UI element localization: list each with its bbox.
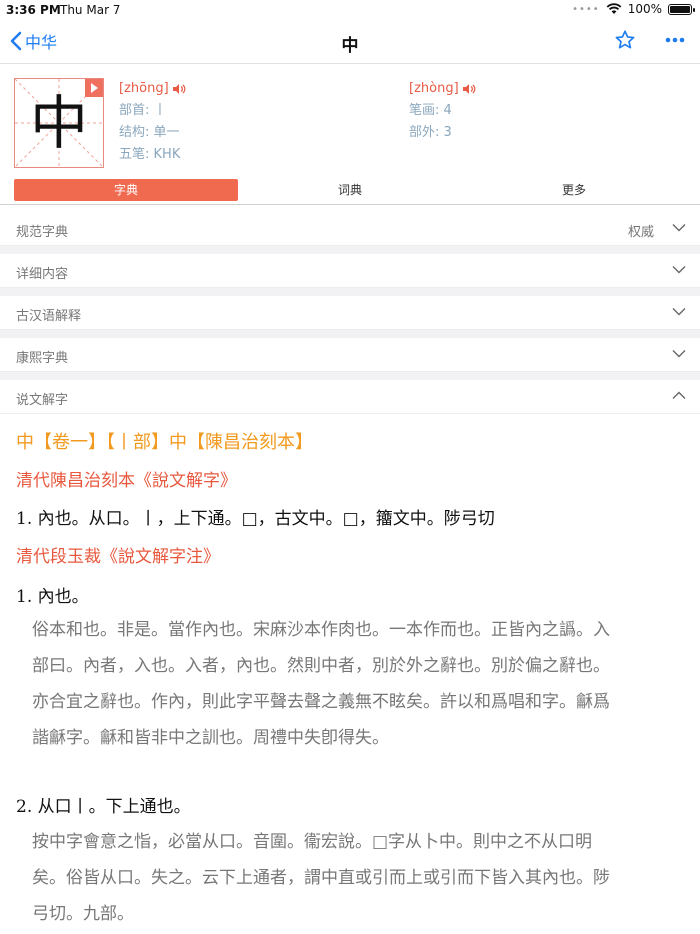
annotation-line: 部曰。內者，入也。入者，內也。然則中者，別於外之辭也。別於偏之辭也。 xyxy=(32,656,610,676)
battery-icon xyxy=(668,3,695,15)
chevron-down-icon xyxy=(672,266,686,274)
outside-strokes: 部外: 3 xyxy=(409,125,452,140)
back-button[interactable]: 中华 xyxy=(10,29,57,53)
section-shuowen[interactable]: 说文解字 xyxy=(0,380,700,414)
back-label: 中华 xyxy=(25,33,58,52)
status-time: 3:36 PM xyxy=(6,3,61,17)
source-title-2: 清代段玉裁《說文解字注》 xyxy=(16,547,220,567)
section-guhanyu[interactable]: 古汉语解释 xyxy=(0,296,700,330)
section-label: 说文解字 xyxy=(16,393,69,408)
section-guifan-zidian[interactable]: 规范字典 权威 xyxy=(0,212,700,246)
tab-divider xyxy=(0,204,700,205)
annotation-paragraph-1: 俗本和也。非是。當作內也。宋麻沙本作肉也。一本作而也。正皆內之譌。入 部曰。內者… xyxy=(32,612,692,756)
character-glyph-box[interactable]: 中 xyxy=(14,78,104,168)
pinyin-1: [zhōng] xyxy=(119,81,169,96)
definition-3: 2. 从口丨。下上通也。 xyxy=(16,797,191,817)
page-title: 中 xyxy=(341,36,359,56)
annotation-line: 弓切。九部。 xyxy=(32,904,134,924)
more-icon[interactable] xyxy=(664,31,686,49)
stroke-count: 笔画: 4 xyxy=(409,103,452,118)
wifi-icon xyxy=(606,3,622,14)
status-bar: 3:36 PM Thu Mar 7 •••• 100% xyxy=(0,0,700,20)
star-icon[interactable] xyxy=(614,29,636,51)
pinyin-row-1[interactable]: [zhōng] xyxy=(119,78,186,100)
cellular-dots-icon: •••• xyxy=(572,3,600,15)
structure: 结构: 单一 xyxy=(119,125,180,140)
section-kangxi[interactable]: 康熙字典 xyxy=(0,338,700,372)
section-gap xyxy=(0,372,700,380)
tab-more[interactable]: 更多 xyxy=(462,179,686,201)
play-stroke-button[interactable] xyxy=(85,79,103,97)
tab-zidian[interactable]: 字典 xyxy=(14,179,238,201)
dictionary-tabs: 字典 词典 更多 xyxy=(14,179,686,201)
status-right: •••• 100% xyxy=(572,2,695,16)
section-tag: 权威 xyxy=(627,225,654,240)
section-gap xyxy=(0,288,700,296)
section-label: 规范字典 xyxy=(16,225,69,240)
section-xiangxi[interactable]: 详细内容 xyxy=(0,254,700,288)
speaker-icon[interactable] xyxy=(172,83,186,95)
status-date: Thu Mar 7 xyxy=(60,3,121,17)
annotation-line: 俗本和也。非是。當作內也。宋麻沙本作肉也。一本作而也。正皆內之譌。入 xyxy=(32,620,610,640)
section-label: 详细内容 xyxy=(16,267,69,282)
section-label: 古汉语解释 xyxy=(16,309,82,324)
chevron-left-icon xyxy=(10,31,22,51)
battery-percent: 100% xyxy=(627,2,662,16)
chevron-down-icon xyxy=(672,308,686,316)
annotation-line: 矣。俗皆从口。失之。云下上通者，謂中直或引而上或引而下皆入其內也。陟 xyxy=(32,868,610,888)
info-column-right: [zhòng] 笔画: 4 部外: 3 xyxy=(409,78,476,144)
annotation-line: 亦合宜之辭也。作內，則此字平聲去聲之義無不眩矣。許以和爲唱和字。龢爲 xyxy=(32,692,610,712)
definition-2: 1. 內也。 xyxy=(16,587,89,607)
radical: 部首: 丨 xyxy=(119,103,167,118)
shuowen-content: 中【卷一】【丨部】中【陳昌治刻本】 清代陳昌治刻本《說文解字》 1. 內也。从口… xyxy=(0,414,700,934)
shuowen-heading: 中【卷一】【丨部】中【陳昌治刻本】 xyxy=(16,432,313,453)
battery-fill xyxy=(670,5,690,13)
section-label: 康熙字典 xyxy=(16,351,69,366)
section-gap xyxy=(0,246,700,254)
definition-1: 1. 內也。从口。丨，上下通。□，古文中。□，籒文中。陟弓切 xyxy=(16,509,495,529)
play-icon xyxy=(91,83,98,93)
annotation-line: 諧龢字。龢和皆非中之訓也。周禮中失卽得失。 xyxy=(32,728,389,748)
wubi-code: 五笔: KHK xyxy=(119,147,181,162)
source-title-1: 清代陳昌治刻本《說文解字》 xyxy=(16,471,237,491)
annotation-line: 按中字會意之恉，必當从口。音圍。衞宏說。□字从卜中。則中之不从口明 xyxy=(32,832,593,852)
tab-cidian[interactable]: 词典 xyxy=(238,179,462,201)
chevron-down-icon xyxy=(672,350,686,358)
pinyin-row-2[interactable]: [zhòng] xyxy=(409,78,476,100)
annotation-paragraph-2: 按中字會意之恉，必當从口。音圍。衞宏說。□字从卜中。則中之不从口明 矣。俗皆从口… xyxy=(32,824,692,932)
speaker-icon[interactable] xyxy=(462,83,476,95)
info-column-left: [zhōng] 部首: 丨 结构: 单一 五笔: KHK xyxy=(119,78,186,166)
pinyin-2: [zhòng] xyxy=(409,81,459,96)
chevron-down-icon xyxy=(672,224,686,232)
section-gap xyxy=(0,330,700,338)
chevron-up-icon xyxy=(672,391,686,399)
navigation-bar: 中华 中 xyxy=(0,20,700,64)
